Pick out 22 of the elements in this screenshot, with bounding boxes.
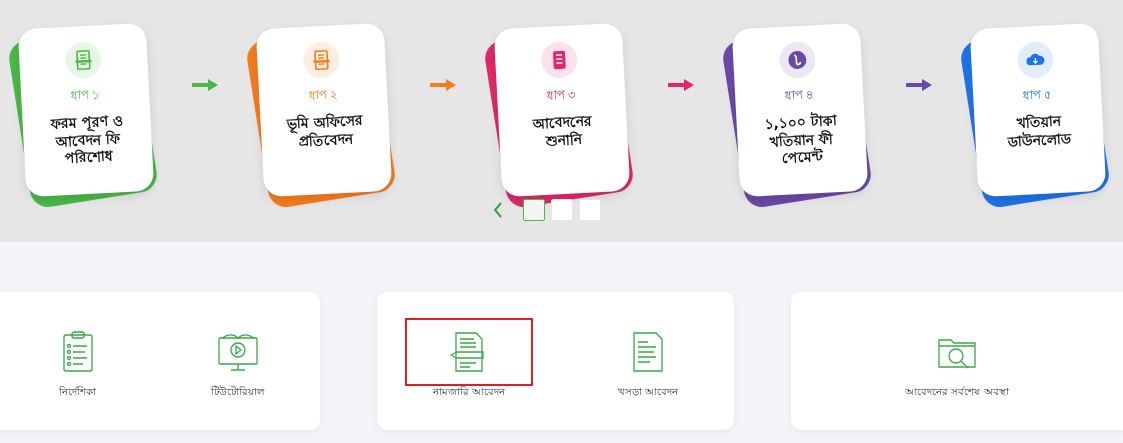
service-link[interactable]: টিউটোরিয়াল [183, 317, 293, 405]
step-label: ধাপ ৫ [1021, 86, 1053, 105]
step-card[interactable]: ধাপ ১ ফরম পূরণ ও আবেদন ফি পরিশোধ [17, 22, 154, 198]
step-card[interactable]: ধাপ ৫ খতিয়ান ডাউনলোড [969, 22, 1106, 198]
step-card[interactable]: ধাপ ২ ভূমি অফিসের প্রতিবেদন [255, 22, 392, 198]
step-title: খতিয়ান ডাউনলোড [1006, 111, 1072, 152]
slide-thumbnail[interactable] [523, 199, 545, 221]
step-label: ধাপ ৪ [783, 86, 815, 105]
step-title: ফরম পূরণ ও আবেদন ফি পরিশোধ [48, 111, 124, 169]
step-label: ধাপ ১ [69, 86, 101, 105]
service-link[interactable]: আবেদনের সর্বশেষ অবস্থা [877, 317, 1037, 405]
chevron-left-icon[interactable] [493, 202, 503, 218]
service-link[interactable]: খসড়া আবেদন [589, 317, 706, 405]
step-label: ধাপ ২ [307, 86, 339, 105]
service-link[interactable]: নামজারি আবেদন [405, 317, 534, 405]
step-card[interactable]: ধাপ ৩ আবেদনের শুনানি [493, 22, 630, 198]
step-label: ধাপ ৩ [545, 86, 577, 105]
step-title: ১,১০০ টাকা খতিয়ান ফী পেমেন্ট [762, 111, 838, 168]
service-link[interactable]: নির্দেশিকা [27, 317, 128, 405]
step-card[interactable]: ধাপ ৪ ১,১০০ টাকা খতিয়ান ফী পেমেন্ট [731, 22, 868, 198]
step-title: ভূমি অফিসের প্রতিবেদন [284, 111, 364, 151]
step-title: আবেদনের শুনানি [531, 111, 593, 151]
